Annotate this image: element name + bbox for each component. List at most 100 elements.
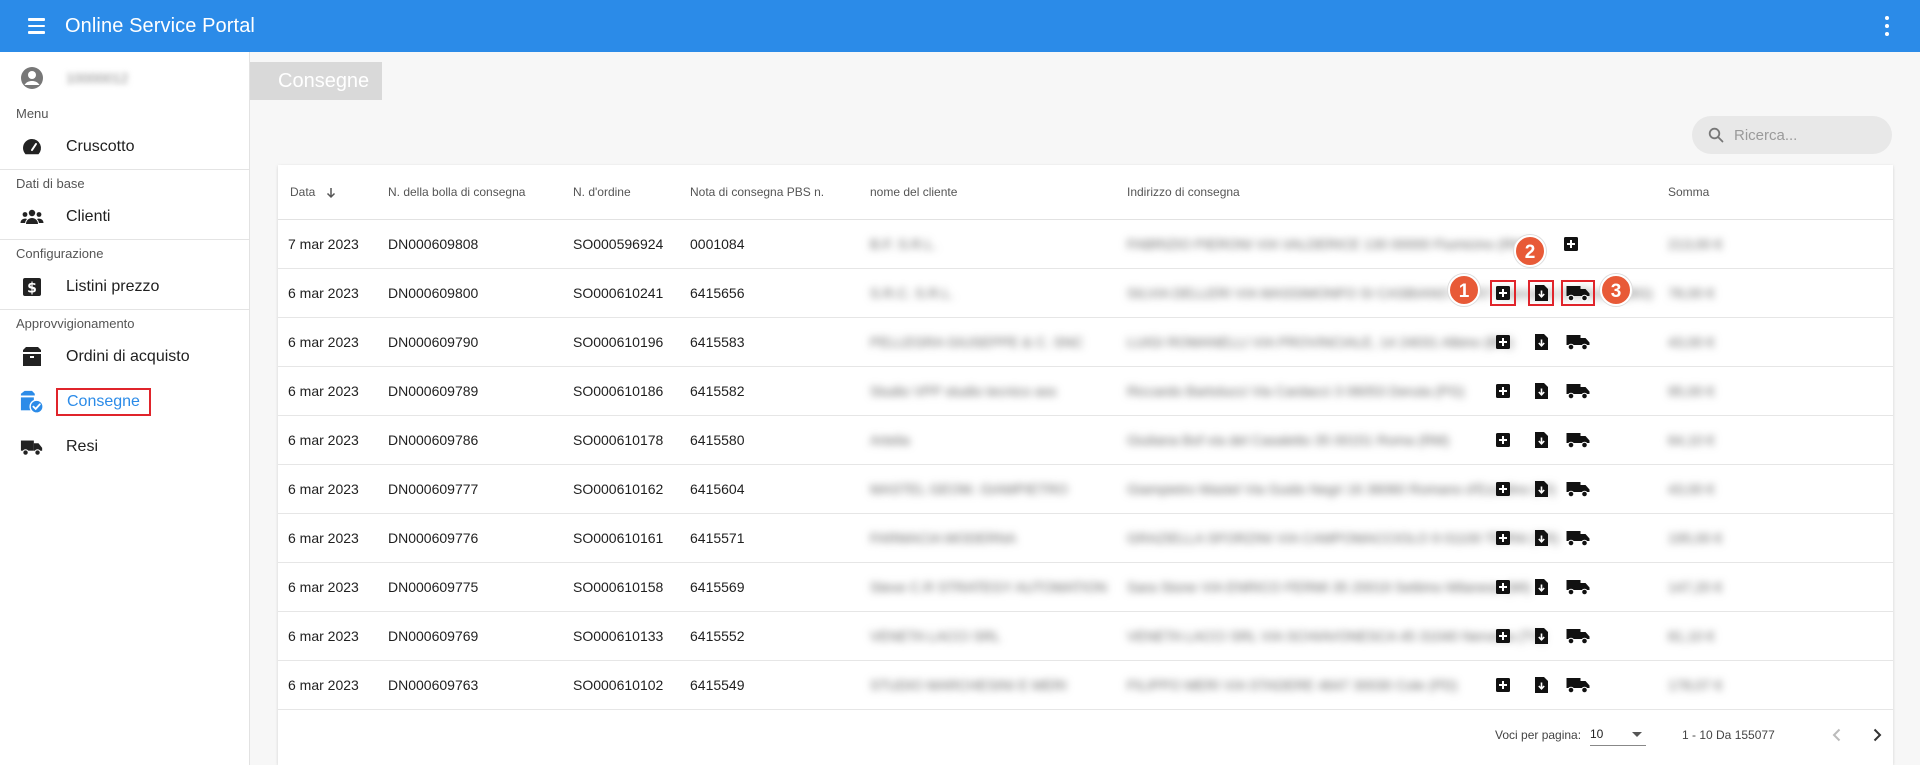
sidebar-item-ordini-di-acquisto[interactable]: Ordini di acquisto [0,334,249,379]
download-document-button[interactable] [1528,476,1554,502]
shipment-button[interactable] [1561,280,1595,306]
file-download-icon [1534,677,1548,693]
shipment-button[interactable] [1565,623,1591,649]
search-input[interactable] [1734,126,1884,144]
cell-delivery-note: DN000609808 [388,236,479,252]
truck-icon [1566,678,1590,694]
sidebar-item-consegne[interactable]: Consegne [0,379,249,424]
cell-date: 6 mar 2023 [288,285,359,301]
download-document-button[interactable] [1528,427,1554,453]
people-icon [20,205,44,229]
per-page-value: 10 [1590,727,1604,741]
shipment-button[interactable] [1565,525,1591,551]
add-button[interactable] [1490,427,1516,453]
cell-pbs-note: 6415656 [690,285,745,301]
add-button[interactable] [1558,231,1584,257]
hamburger-menu-icon[interactable] [25,14,49,38]
cell-date: 6 mar 2023 [288,432,359,448]
shipment-button[interactable] [1565,672,1591,698]
shipment-button[interactable] [1565,574,1591,600]
add-button[interactable] [1490,280,1516,306]
table-row[interactable]: 6 mar 2023 DN000609776 SO000610161 6415571 F… [278,514,1893,563]
sidebar-item-cruscotto[interactable]: Cruscotto [0,124,249,169]
search-box[interactable] [1692,116,1892,154]
cell-customer: STUDIO MARCHESINI E MERI [870,677,1067,693]
file-download-icon [1534,628,1548,644]
per-page-select[interactable]: 10 [1590,722,1646,746]
user-row[interactable]: 10000012 [0,52,249,104]
add-button[interactable] [1490,378,1516,404]
cell-order: SO000610196 [573,334,664,350]
add-button[interactable] [1490,476,1516,502]
table-row[interactable]: 6 mar 2023 DN000609789 SO000610186 6415582 S… [278,367,1893,416]
previous-page-button[interactable] [1824,722,1850,748]
more-options-icon[interactable] [1884,16,1890,36]
sidebar-item-label: Ordini di acquisto [66,347,190,365]
table-row[interactable]: 6 mar 2023 DN000609775 SO000610158 6415569 S… [278,563,1893,612]
sidebar-item-clienti[interactable]: Clienti [0,194,249,239]
download-document-button[interactable] [1528,329,1554,355]
shipment-button[interactable] [1565,329,1591,355]
add-button[interactable] [1490,525,1516,551]
section-label-menu: Menu [16,106,49,121]
column-header-address[interactable]: Indirizzo di consegna [1127,165,1240,220]
file-download-icon [1534,481,1548,497]
file-download-icon [1534,285,1548,301]
column-header-date[interactable]: Data [290,165,337,220]
shipment-button[interactable] [1565,427,1591,453]
cell-order: SO000610158 [573,579,664,595]
table-row[interactable]: 6 mar 2023 DN000609769 SO000610133 6415552 V… [278,612,1893,661]
plus-box-icon [1496,678,1510,692]
download-document-button[interactable] [1528,280,1554,306]
column-header-customer[interactable]: nome del cliente [870,165,957,220]
table-row[interactable]: 6 mar 2023 DN000609800 SO000610241 6415656 S… [278,269,1893,318]
cell-customer: Artelia [870,432,910,448]
sidebar-item-resi[interactable]: Resi [0,424,249,469]
truck-icon [1566,629,1590,645]
cell-address: VENETA LACCI SRL VIA SCHIAVONESCA 45 310… [1127,628,1546,644]
table-row[interactable]: 6 mar 2023 DN000609790 SO000610196 6415583 P… [278,318,1893,367]
next-page-button[interactable] [1864,722,1890,748]
truck-icon [1566,286,1590,302]
sidebar-item-label: Cruscotto [66,137,135,155]
cell-address: Sara Stone VIA ENRICO FERMI 35 20019 Set… [1127,579,1531,595]
callout-badge-2: 2 [1514,235,1546,267]
table-row[interactable]: 6 mar 2023 DN000609777 SO000610162 6415604 M… [278,465,1893,514]
download-document-button[interactable] [1528,672,1554,698]
cell-customer: MASTEL GEOM. GIAMPIETRO [870,481,1068,497]
download-document-button[interactable] [1528,574,1554,600]
add-button[interactable] [1490,574,1516,600]
cell-pbs-note: 0001084 [690,236,745,252]
chevron-down-icon [1632,732,1642,737]
plus-box-icon [1496,286,1510,300]
download-document-button[interactable] [1528,525,1554,551]
column-header-pbs-note[interactable]: Nota di consegna PBS n. [690,165,824,220]
add-button[interactable] [1490,672,1516,698]
cell-customer: VENETA LACCI SRL [870,628,1001,644]
sidebar-item-listini-prezzo[interactable]: $ Listini prezzo [0,264,249,309]
shipment-button[interactable] [1565,378,1591,404]
column-header-sum[interactable]: Somma [1668,165,1709,220]
table-row[interactable]: 6 mar 2023 DN000609786 SO000610178 6415580 A… [278,416,1893,465]
column-header-delivery-note[interactable]: N. della bolla di consegna [388,165,525,220]
cell-customer: PELLEGRA GIUSEPPE & C. SNC [870,334,1084,350]
plus-box-icon [1496,482,1510,496]
cell-date: 7 mar 2023 [288,236,359,252]
truck-icon [20,435,44,459]
table-row[interactable]: 6 mar 2023 DN000609763 SO000610102 6415549 S… [278,661,1893,710]
page-title: Consegne [250,62,382,100]
column-header-order[interactable]: N. d'ordine [573,165,631,220]
download-document-button[interactable] [1528,378,1554,404]
cell-delivery-note: DN000609777 [388,481,479,497]
table-row[interactable]: 7 mar 2023 DN000609808 SO000596924 0001084 B… [278,220,1893,269]
download-document-button[interactable] [1528,623,1554,649]
plus-box-icon [1496,433,1510,447]
paginator: Voci per pagina: 10 1 - 10 Da 155077 [278,710,1893,760]
add-button[interactable] [1490,329,1516,355]
sidebar-item-label: Listini prezzo [66,277,160,295]
cell-pbs-note: 6415604 [690,481,745,497]
shipment-button[interactable] [1565,476,1591,502]
add-button[interactable] [1490,623,1516,649]
box-icon [20,345,44,369]
truck-icon [1566,580,1590,596]
